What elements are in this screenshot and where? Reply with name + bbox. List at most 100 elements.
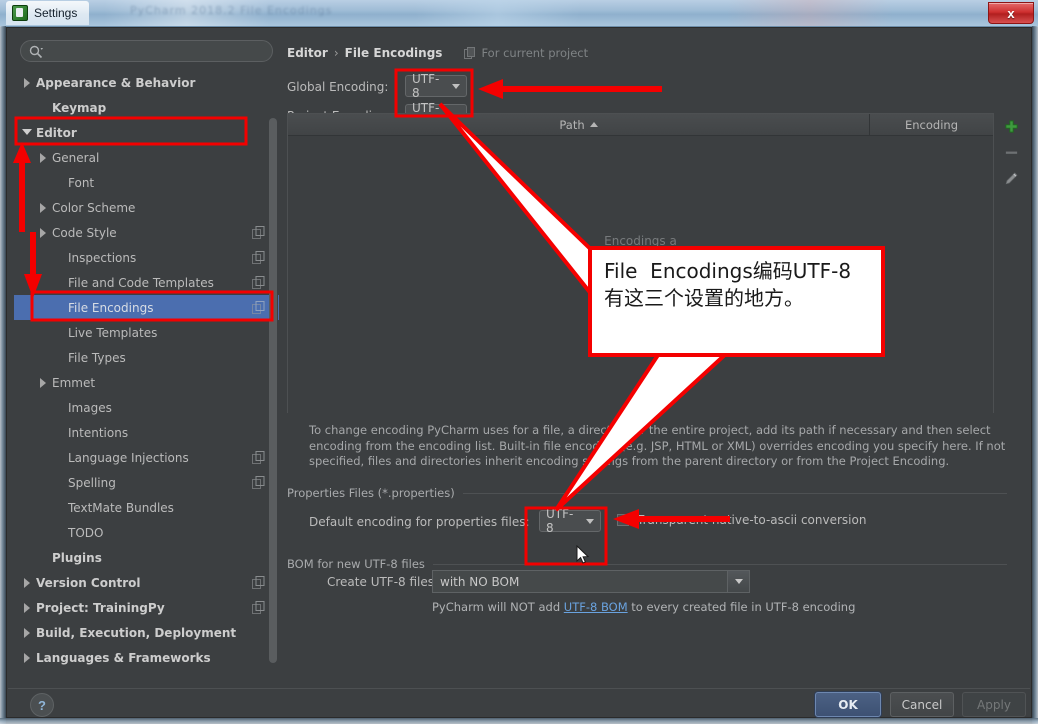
close-icon[interactable]: x <box>988 2 1034 24</box>
sidebar-item-label: Language Injections <box>68 450 189 465</box>
sidebar-item-project-trainingpy[interactable]: Project: TrainingPy <box>14 595 279 620</box>
sidebar-scrollbar-thumb[interactable] <box>269 118 277 663</box>
sidebar-item-label: General <box>52 150 100 165</box>
sidebar-item-spelling[interactable]: Spelling <box>14 470 279 495</box>
sidebar-item-general[interactable]: General <box>14 145 279 170</box>
scope-note: For current project <box>464 46 588 60</box>
cancel-button[interactable]: Cancel <box>890 692 954 717</box>
sidebar-item-emmet[interactable]: Emmet <box>14 370 279 395</box>
add-button[interactable] <box>998 113 1024 139</box>
search-input[interactable] <box>20 40 273 62</box>
file-encodings-panel: Editor › File Encodings For current proj… <box>287 34 1025 684</box>
breadcrumb-parent[interactable]: Editor <box>287 46 328 60</box>
dropdown-toggle-button[interactable] <box>727 571 749 592</box>
sidebar-item-todo[interactable]: TODO <box>14 520 279 545</box>
window-title: Settings <box>34 6 78 20</box>
create-utf8-files-dropdown[interactable]: with NO BOM <box>432 570 750 593</box>
sidebar-item-build-execution-deployment[interactable]: Build, Execution, Deployment <box>14 620 279 645</box>
sidebar-item-label: Version Control <box>36 575 141 590</box>
checkbox-box <box>617 514 629 526</box>
chevron-right-icon[interactable] <box>38 227 49 238</box>
sidebar-item-label: Plugins <box>52 550 102 565</box>
sidebar-item-label: Build, Execution, Deployment <box>36 625 237 640</box>
tree-no-arrow <box>54 402 65 413</box>
tree-no-arrow <box>54 452 65 463</box>
sidebar-item-version-control[interactable]: Version Control <box>14 570 279 595</box>
chevron-right-icon[interactable] <box>38 377 49 388</box>
edit-button[interactable] <box>998 165 1024 191</box>
tree-no-arrow <box>54 427 65 438</box>
scope-note-label: For current project <box>481 46 589 60</box>
chevron-right-icon[interactable] <box>22 577 33 588</box>
sidebar-item-plugins[interactable]: Plugins <box>14 545 279 570</box>
transparent-native-to-ascii-checkbox[interactable]: Transparent native-to-ascii conversion <box>617 513 866 527</box>
ok-button[interactable]: OK <box>815 692 881 717</box>
column-header-path-label: Path <box>559 117 585 132</box>
sidebar-item-label: Inspections <box>68 250 137 265</box>
bom-note-prefix: PyCharm will NOT add <box>432 600 564 614</box>
sidebar-item-language-injections[interactable]: Language Injections <box>14 445 279 470</box>
sidebar-item-inspections[interactable]: Inspections <box>14 245 279 270</box>
column-header-path[interactable]: Path <box>288 114 870 135</box>
chevron-right-icon[interactable] <box>22 602 33 613</box>
sidebar-item-label: Languages & Frameworks <box>36 650 211 665</box>
sidebar-item-intentions[interactable]: Intentions <box>14 420 279 445</box>
project-scope-icon <box>252 301 265 314</box>
sidebar-item-color-scheme[interactable]: Color Scheme <box>14 195 279 220</box>
sidebar-item-label: Font <box>68 175 95 190</box>
help-button[interactable]: ? <box>30 693 54 717</box>
chevron-right-icon[interactable] <box>22 77 33 88</box>
chevron-right-icon[interactable] <box>38 202 49 213</box>
utf8-bom-link[interactable]: UTF-8 BOM <box>564 600 628 614</box>
sidebar-item-label: Spelling <box>68 475 116 490</box>
bom-group-header: BOM for new UTF-8 files <box>287 557 1007 571</box>
sidebar-item-file-encodings[interactable]: File Encodings <box>14 295 279 320</box>
chevron-down-icon[interactable] <box>22 127 33 138</box>
create-utf8-files-value: with NO BOM <box>440 574 520 589</box>
bom-note: PyCharm will NOT add UTF-8 BOM to every … <box>432 600 855 614</box>
sidebar-scrollbar-track[interactable] <box>269 70 278 684</box>
default-properties-encoding-label: Default encoding for properties files: <box>309 515 530 529</box>
properties-files-group-title: Properties Files (*.properties) <box>287 486 455 500</box>
global-encoding-dropdown[interactable]: UTF-8 <box>405 72 467 100</box>
sidebar-item-file-and-code-templates[interactable]: File and Code Templates <box>14 270 279 295</box>
sidebar-item-label: Color Scheme <box>52 200 136 215</box>
column-header-encoding[interactable]: Encoding <box>870 114 993 135</box>
sidebar-item-live-templates[interactable]: Live Templates <box>14 320 279 345</box>
sidebar-item-languages-frameworks[interactable]: Languages & Frameworks <box>14 645 279 670</box>
project-scope-icon <box>464 47 476 59</box>
sidebar-item-label: Live Templates <box>68 325 158 340</box>
settings-sidebar: Appearance & Behavior Keymap Editor General… <box>14 34 279 684</box>
breadcrumb-separator: › <box>333 46 339 60</box>
encodings-table-toolbar <box>998 113 1024 413</box>
sidebar-item-editor[interactable]: Editor <box>14 120 279 145</box>
remove-button[interactable] <box>998 139 1024 165</box>
sidebar-item-file-types[interactable]: File Types <box>14 345 279 370</box>
sidebar-item-textmate-bundles[interactable]: TextMate Bundles <box>14 495 279 520</box>
window-frame-right <box>1032 26 1038 724</box>
apply-button[interactable]: Apply <box>962 692 1026 717</box>
sidebar-item-keymap[interactable]: Keymap <box>14 95 279 120</box>
group-divider <box>462 492 1007 494</box>
chevron-right-icon[interactable] <box>22 627 33 638</box>
tree-no-arrow <box>54 277 65 288</box>
tree-no-arrow <box>54 177 65 188</box>
project-scope-icon <box>252 226 265 239</box>
sidebar-item-font[interactable]: Font <box>14 170 279 195</box>
project-scope-icon <box>252 576 265 589</box>
chevron-right-icon[interactable] <box>38 152 49 163</box>
sidebar-item-appearance-behavior[interactable]: Appearance & Behavior <box>14 70 279 95</box>
chevron-right-icon[interactable] <box>22 652 33 663</box>
sidebar-item-label: File Encodings <box>68 300 154 315</box>
sidebar-item-images[interactable]: Images <box>14 395 279 420</box>
project-scope-icon <box>252 476 265 489</box>
sidebar-item-label: File Types <box>68 350 126 365</box>
project-scope-icon <box>252 276 265 289</box>
sidebar-item-code-style[interactable]: Code Style <box>14 220 279 245</box>
project-scope-icon <box>252 601 265 614</box>
chevron-down-icon <box>586 518 594 524</box>
properties-encoding-dropdown[interactable]: UTF-8 <box>539 507 601 535</box>
settings-tree[interactable]: Appearance & Behavior Keymap Editor General… <box>14 70 279 684</box>
sidebar-item-label: TextMate Bundles <box>68 500 174 515</box>
minus-icon <box>1005 151 1017 154</box>
